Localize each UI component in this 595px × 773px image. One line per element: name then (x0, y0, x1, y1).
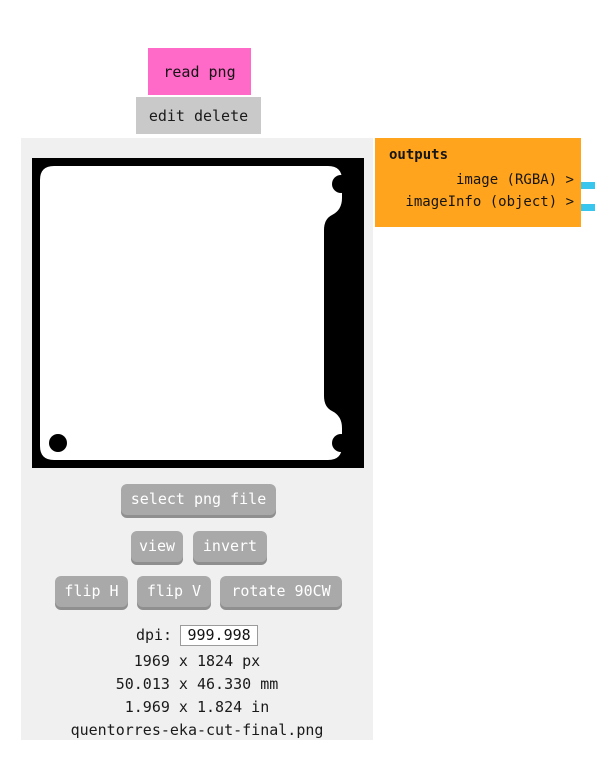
invert-button[interactable]: invert (193, 531, 267, 562)
mounting-hole-bottom-left (49, 434, 67, 452)
delete-button[interactable]: delete (194, 107, 248, 125)
edit-button[interactable]: edit (149, 107, 185, 125)
outputs-title: outputs (389, 147, 449, 163)
flip-horizontal-button[interactable]: flip H (55, 576, 128, 607)
cut-outline-graphic (32, 158, 364, 468)
image-info-block: 1969 x 1824 px 50.013 x 46.330 mm 1.969 … (21, 650, 373, 742)
info-millimeters: 50.013 x 46.330 mm (115, 675, 279, 693)
info-pixels: 1969 x 1824 px (133, 652, 261, 670)
select-png-file-button[interactable]: select png file (121, 484, 276, 515)
mounting-hole-top-right (332, 175, 350, 193)
output-port-imageinfo[interactable]: imageInfo (object) > (389, 191, 577, 213)
output-connector-image-icon[interactable] (581, 182, 595, 189)
node-title-bar[interactable]: read png (148, 48, 251, 95)
info-inches: 1.969 x 1.824 in (124, 698, 270, 716)
view-button[interactable]: view (131, 531, 183, 562)
node-action-bar: edit delete (136, 97, 261, 134)
node-title-label: read png (163, 62, 236, 81)
output-port-image[interactable]: image (RGBA) > (389, 169, 577, 191)
mounting-hole-bottom-right (332, 434, 350, 452)
flip-vertical-button[interactable]: flip V (137, 576, 211, 607)
rotate-90cw-button[interactable]: rotate 90CW (220, 576, 342, 607)
image-preview[interactable] (32, 158, 364, 468)
outputs-panel: outputs image (RGBA) > imageInfo (object… (375, 138, 581, 227)
info-filename: quentorres-eka-cut-final.png (70, 721, 324, 739)
dpi-label: dpi: (135, 626, 173, 644)
dpi-input[interactable] (180, 624, 259, 646)
dpi-row: dpi: (21, 623, 373, 647)
output-connector-imageinfo-icon[interactable] (581, 204, 595, 211)
